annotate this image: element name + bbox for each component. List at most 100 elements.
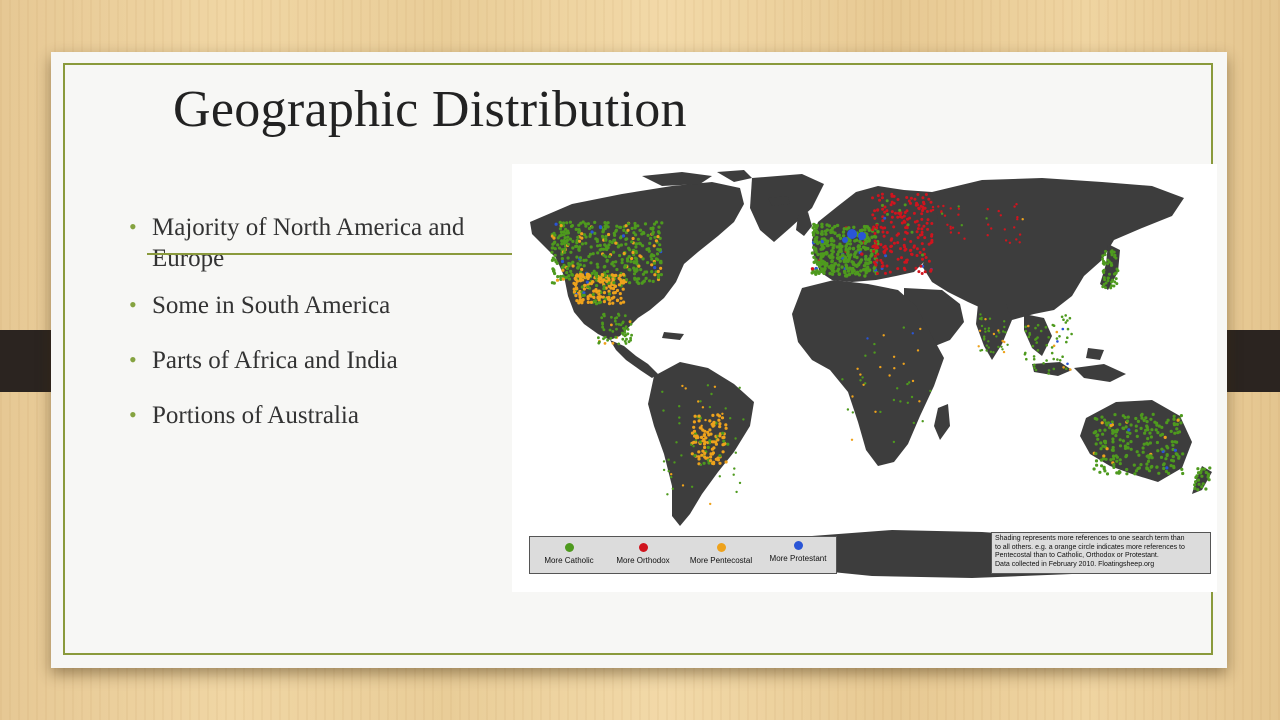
map-dot [873,254,877,258]
map-dot [1013,205,1016,208]
map-dot [706,384,710,387]
map-dot [940,212,944,215]
map-dot [992,351,995,354]
map-dot [716,438,720,442]
map-dot [897,232,900,236]
map-dot [567,277,572,281]
map-dot [1164,457,1168,461]
map-dot [630,240,634,244]
map-dot [642,231,646,235]
map-dot [881,230,885,234]
map-dot [611,341,615,345]
world-map-svg [530,170,1212,578]
map-dot [1111,440,1115,444]
map-dot [615,316,619,319]
map-dot [1196,478,1201,482]
map-dot [551,256,555,260]
map-dot [816,231,820,235]
map-dot [827,224,832,228]
map-dot [619,301,623,305]
map-dot [1032,357,1036,361]
map-dot [1145,420,1149,424]
map-dot [916,349,920,352]
map-dot [1146,442,1150,446]
map-dot [1110,280,1113,284]
map-dot [923,236,927,240]
map-dot [1042,362,1045,365]
map-dot [883,216,887,220]
map-dot [837,272,841,276]
map-dot [671,487,674,490]
map-dot [1015,203,1018,206]
map-dot [650,257,654,261]
map-dot [709,452,713,456]
map-dot [562,263,566,267]
map-dot [560,259,565,264]
map-dot [865,239,869,244]
map-dot [1109,261,1113,265]
map-dot [613,319,617,323]
map-dot [1111,437,1115,441]
map-dot [846,251,850,256]
map-dot [1167,471,1171,475]
map-dot [717,418,721,422]
map-dot [916,193,920,196]
map-dot [913,197,917,201]
map-dot [858,232,866,240]
map-dot [562,230,566,234]
map-dot [1099,447,1103,451]
map-dot [626,222,630,226]
map-dot [595,275,599,279]
map-dot [607,232,611,237]
map-dot [697,457,701,461]
map-dot [841,378,844,381]
map-dot [656,235,660,239]
map-dot [606,221,610,225]
map-dot [850,271,854,275]
map-dot [889,220,893,224]
map-dot [833,262,838,266]
map-dot [1035,337,1038,341]
map-dot [1106,258,1110,262]
map-dot [1143,431,1147,435]
map-dot [1058,335,1061,338]
map-dot [666,493,669,496]
map-dot [606,338,609,342]
map-dot [1001,339,1004,343]
bullet-text: Portions of Australia [152,402,359,429]
map-dot [562,239,566,243]
map-dot [863,247,868,251]
map-dot [985,217,988,220]
map-dot [615,298,620,303]
map-dot [579,278,583,282]
map-dot [983,337,986,340]
map-dot [1169,464,1173,468]
map-dot [852,225,856,229]
map-dot [1064,314,1067,317]
map-dot [1112,457,1116,461]
map-dot [957,207,961,210]
map-dot [866,337,869,340]
map-dot [844,263,848,267]
map-dot [1047,336,1050,339]
map-dot [844,247,848,251]
map-dot [703,451,707,455]
map-dot [862,224,867,229]
map-dot [1208,466,1212,470]
map-dot [921,420,924,423]
map-dot [662,468,666,472]
map-dot [859,269,863,273]
map-dot [629,322,633,326]
map-dot [617,314,621,317]
legend-dot-catholic [564,543,574,552]
map-dot [1176,418,1180,422]
map-dot [853,254,857,259]
map-dot [553,253,557,257]
map-dot [553,233,557,237]
map-dot [617,342,621,346]
map-dot [627,255,631,259]
map-dot [1064,367,1068,371]
map-dot [1105,472,1110,476]
map-dot [1068,368,1072,371]
map-dot [960,224,963,227]
